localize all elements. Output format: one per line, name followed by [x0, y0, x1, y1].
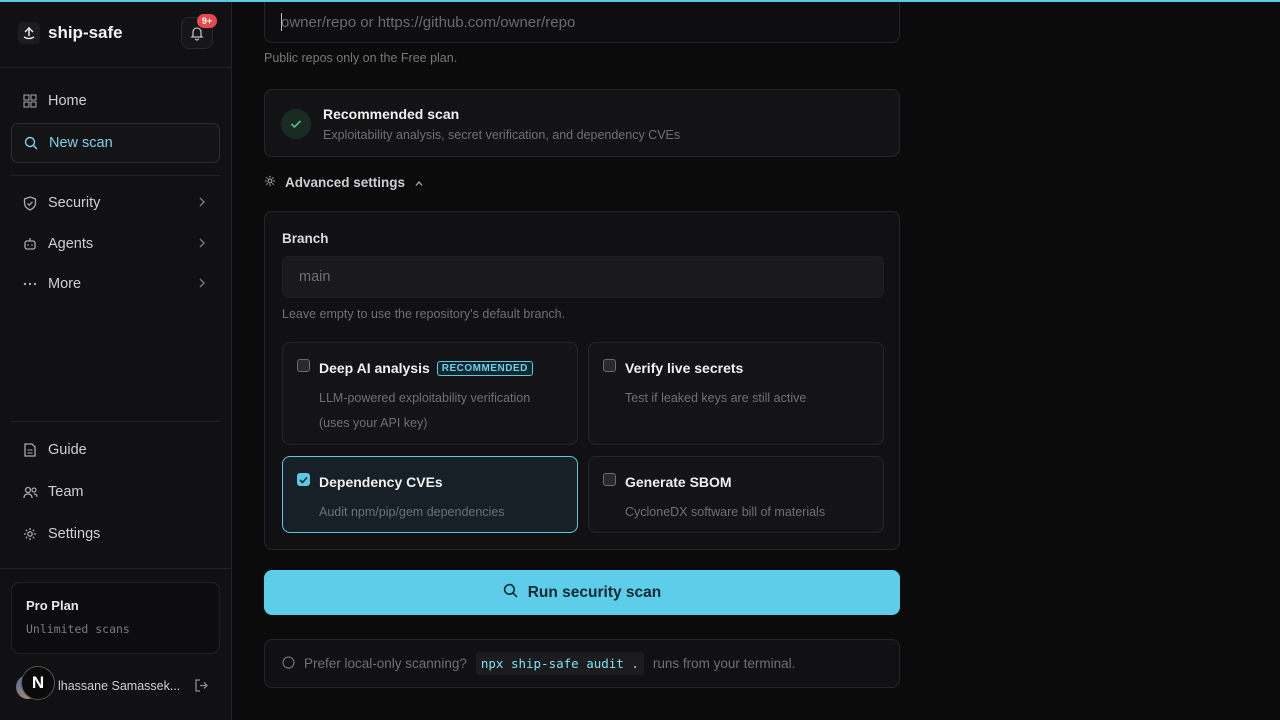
option-description: Audit npm/pip/gem dependencies — [319, 505, 505, 519]
check-circle-icon — [281, 109, 311, 139]
sidebar-item-guide[interactable]: Guide — [11, 430, 220, 470]
sidebar-item-settings[interactable]: Settings — [11, 514, 220, 554]
search-icon — [23, 135, 39, 151]
option-generate-sbom[interactable]: Generate SBOM CycloneDX software bill of… — [588, 456, 884, 533]
sidebar-divider — [0, 67, 232, 68]
cli-command[interactable]: npx ship-safe audit . — [475, 652, 644, 675]
sidebar-item-new-scan[interactable]: New scan — [11, 123, 220, 163]
sidebar: ship-safe 9+ Home New scan Security Agen… — [0, 0, 232, 720]
checkbox[interactable] — [603, 359, 616, 372]
run-button-label: Run security scan — [527, 583, 662, 601]
sidebar-item-team[interactable]: Team — [11, 472, 220, 512]
info-circle-icon — [282, 655, 295, 672]
repo-url-input[interactable] — [281, 13, 883, 31]
sidebar-item-label: Team — [48, 484, 84, 500]
search-icon — [503, 583, 518, 603]
top-progress-line — [0, 0, 1280, 2]
branch-field[interactable] — [282, 256, 884, 298]
chevron-right-icon — [198, 277, 206, 293]
recommended-scan-description: Exploitability analysis, secret verifica… — [323, 128, 681, 142]
chevron-right-icon — [198, 237, 206, 253]
local-scan-tip: Prefer local-only scanning? npx ship-saf… — [264, 639, 900, 688]
recommended-scan-card[interactable]: Recommended scan Exploitability analysis… — [264, 89, 900, 157]
checkbox[interactable] — [603, 473, 616, 486]
recommended-scan-title: Recommended scan — [323, 106, 460, 122]
grid-icon — [22, 93, 38, 109]
chevron-right-icon — [198, 196, 206, 212]
sidebar-divider — [11, 421, 220, 422]
document-icon — [22, 442, 38, 458]
gear-icon — [22, 526, 38, 542]
branch-label: Branch — [282, 231, 329, 246]
text-cursor — [281, 13, 282, 31]
notification-count-badge: 9+ — [197, 14, 217, 28]
users-icon — [22, 484, 38, 500]
advanced-settings-panel: Branch Leave empty to use the repository… — [264, 211, 900, 550]
local-tip-suffix: runs from your terminal. — [652, 656, 796, 671]
sidebar-item-more[interactable]: More — [11, 264, 220, 304]
brand-name: ship-safe — [48, 23, 123, 42]
recommended-badge: RECOMMENDED — [436, 360, 533, 376]
branch-hint: Leave empty to use the repository's defa… — [282, 307, 566, 321]
option-title: Generate SBOM — [625, 474, 732, 490]
logout-icon[interactable] — [194, 678, 209, 698]
advanced-settings-toggle[interactable]: Advanced settings — [264, 175, 424, 190]
sidebar-item-label: More — [48, 276, 82, 292]
plan-title: Pro Plan — [26, 598, 79, 613]
option-title: Deep AI analysis — [319, 360, 430, 376]
sidebar-item-home[interactable]: Home — [11, 81, 220, 121]
user-profile[interactable]: N lhassane Samassek... — [14, 666, 224, 700]
chevron-up-icon — [414, 175, 424, 190]
sidebar-item-security[interactable]: Security — [11, 183, 220, 223]
sidebar-divider — [11, 175, 220, 176]
sidebar-item-label: New scan — [49, 135, 113, 151]
plan-card[interactable]: Pro Plan Unlimited scans — [11, 582, 220, 654]
local-tip-prefix: Prefer local-only scanning? — [304, 656, 467, 671]
option-verify-live-secrets[interactable]: Verify live secrets Test if leaked keys … — [588, 342, 884, 445]
gear-icon — [264, 175, 276, 190]
run-security-scan-button[interactable]: Run security scan — [264, 570, 900, 615]
branch-input[interactable] — [299, 269, 867, 285]
framework-badge-icon[interactable]: N — [21, 666, 55, 700]
sidebar-item-label: Guide — [48, 442, 87, 458]
repo-url-field[interactable] — [264, 2, 900, 43]
option-description: CycloneDX software bill of materials — [625, 505, 826, 519]
brand[interactable]: ship-safe — [18, 22, 123, 44]
sidebar-item-agents[interactable]: Agents — [11, 224, 220, 264]
sidebar-item-label: Settings — [48, 526, 101, 542]
option-description: LLM-powered exploitability verification … — [319, 391, 531, 430]
plan-subtitle: Unlimited scans — [26, 622, 130, 636]
option-title: Verify live secrets — [625, 360, 744, 376]
option-description: Test if leaked keys are still active — [625, 391, 807, 405]
checkbox[interactable] — [297, 359, 310, 372]
shield-icon — [22, 195, 38, 211]
bot-icon — [22, 236, 38, 252]
sidebar-item-label: Agents — [48, 236, 94, 252]
checkbox-checked[interactable] — [297, 473, 310, 486]
sidebar-item-label: Home — [48, 93, 87, 109]
repo-hint: Public repos only on the Free plan. — [264, 51, 458, 65]
option-dependency-cves[interactable]: Dependency CVEs Audit npm/pip/gem depend… — [282, 456, 578, 533]
advanced-settings-label: Advanced settings — [285, 175, 406, 190]
option-title: Dependency CVEs — [319, 474, 443, 490]
user-name: lhassane Samassek... — [58, 679, 181, 693]
sidebar-divider — [0, 568, 232, 569]
dots-icon — [22, 276, 38, 292]
sidebar-item-label: Security — [48, 195, 101, 211]
ship-logo-icon — [18, 22, 40, 44]
option-deep-ai-analysis[interactable]: Deep AI analysis RECOMMENDED LLM-powered… — [282, 342, 578, 445]
